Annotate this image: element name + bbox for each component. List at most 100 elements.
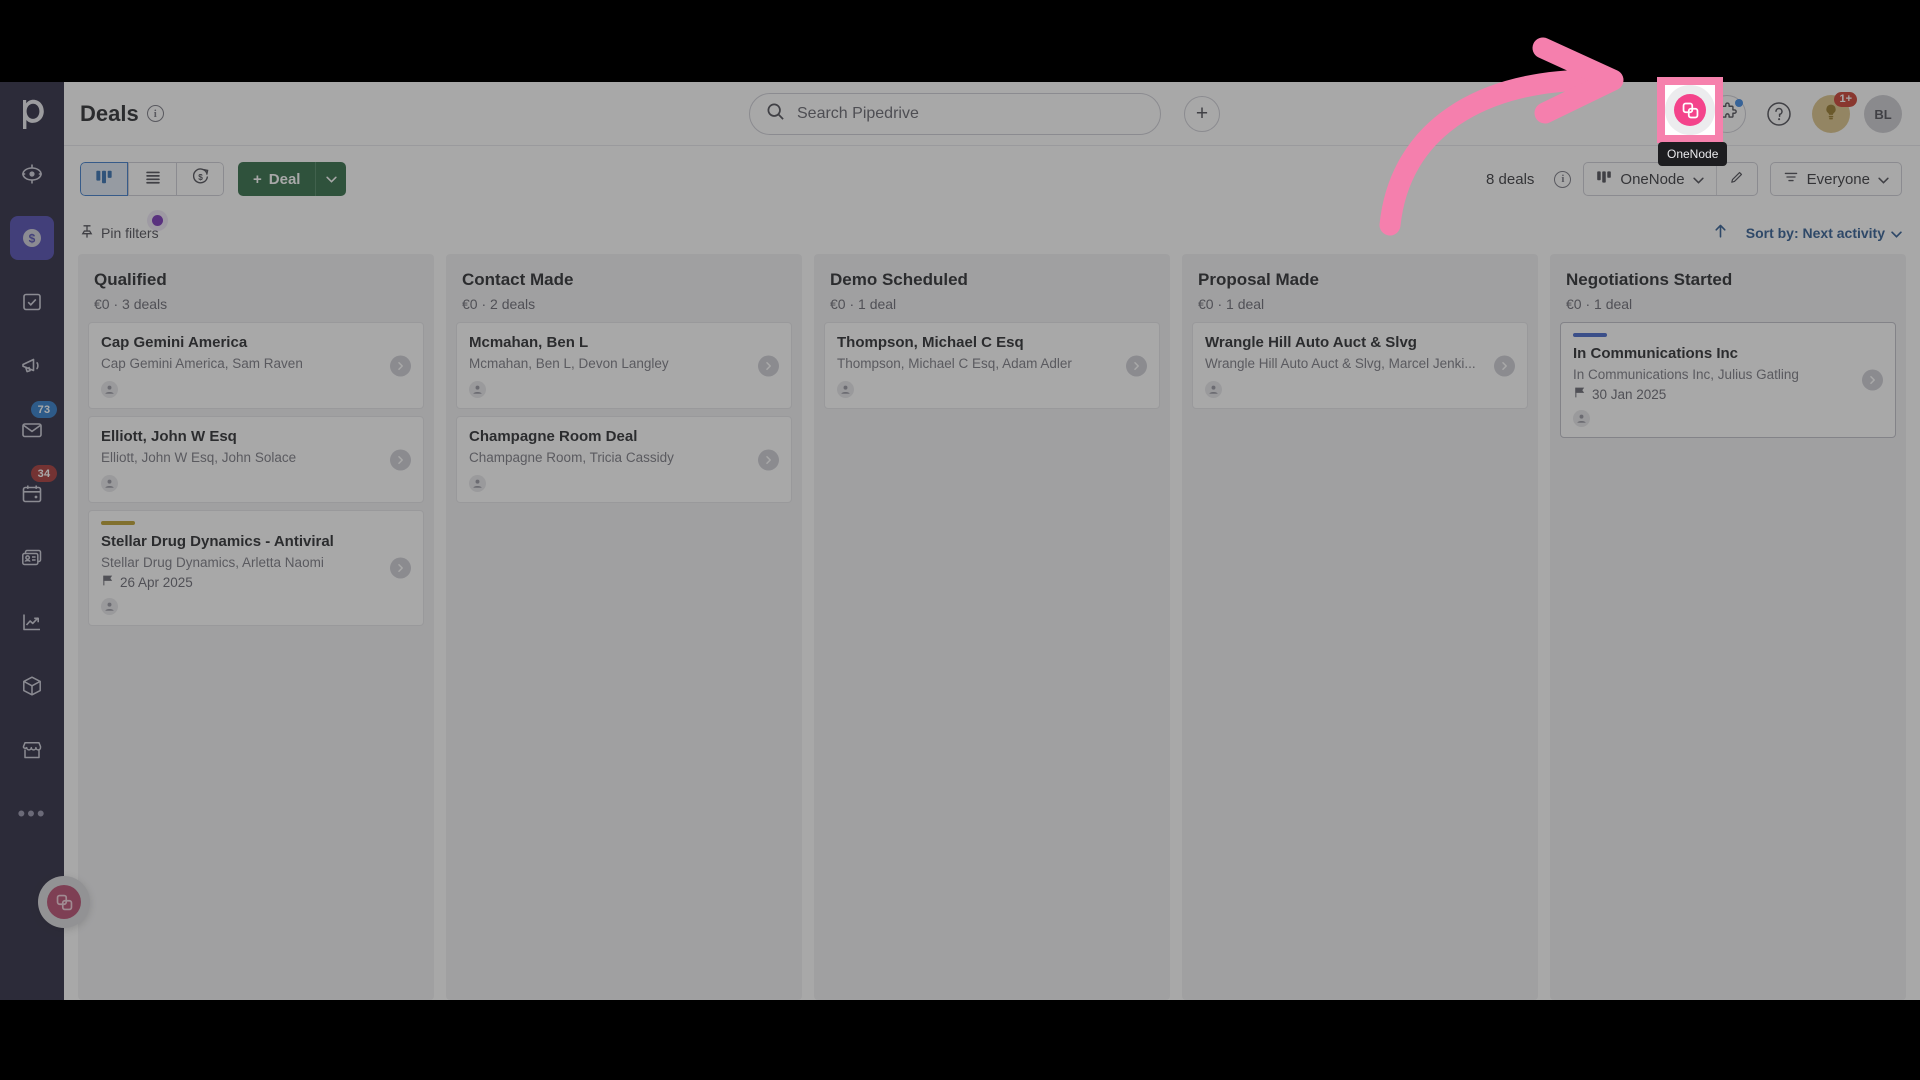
action-bar: $ + Deal 8 deals i OneNode Everyone: [64, 146, 1920, 212]
add-deal-dropdown[interactable]: [315, 162, 347, 196]
calendar-icon: [20, 482, 44, 506]
deals-count: 8 deals: [1486, 170, 1535, 188]
checkbox-icon: [20, 290, 44, 314]
kanban-column: Contact Made €0 · 2 deals Mcmahan, Ben L Mc…: [446, 254, 802, 1000]
kanban-icon: [1596, 169, 1612, 189]
column-title: Proposal Made: [1198, 270, 1319, 289]
open-deal-button[interactable]: [758, 449, 779, 470]
whats-new-button[interactable]: 1+: [1812, 92, 1857, 133]
apps-marketplace-button[interactable]: [1708, 95, 1746, 133]
sort-controls: Sort by: Next activity: [1706, 212, 1902, 254]
deal-subtitle: Mcmahan, Ben L, Devon Langley: [469, 356, 669, 371]
column-title: Demo Scheduled: [830, 270, 968, 289]
pipeline-selector-main[interactable]: OneNode: [1584, 163, 1715, 195]
deal-subtitle: Wrangle Hill Auto Auct & Slvg, Marcel Je…: [1205, 356, 1476, 371]
owner-filter[interactable]: Everyone: [1769, 162, 1902, 196]
person-icon: [469, 381, 486, 398]
column-summary: €0 · 1 deal: [830, 296, 897, 312]
sidebar-item-insights[interactable]: [10, 600, 54, 644]
sidebar-item-activities[interactable]: [10, 280, 54, 324]
sidebar-item-marketplace[interactable]: [10, 728, 54, 772]
pipeline-view-button[interactable]: [80, 162, 128, 196]
deal-subtitle: Stellar Drug Dynamics, Arletta Naomi: [101, 555, 324, 570]
deal-card[interactable]: In Communications Inc In Communications I…: [1560, 322, 1896, 438]
sidebar-item-products[interactable]: [10, 664, 54, 708]
user-avatar[interactable]: BL: [1864, 95, 1902, 133]
forecast-view-button[interactable]: $: [176, 162, 224, 196]
sidebar-nav: $ 73 34 •••: [0, 82, 64, 1000]
storefront-icon: [20, 738, 44, 762]
envelope-icon: [20, 418, 44, 442]
app-content: Deals i +: [64, 82, 1920, 1000]
whats-new-badge: 1+: [1834, 92, 1857, 107]
deal-card[interactable]: Thompson, Michael C Esq Thompson, Michael…: [824, 322, 1160, 409]
pipedrive-logo-icon[interactable]: [10, 92, 54, 136]
deal-card[interactable]: Stellar Drug Dynamics - Antiviral Stellar…: [88, 510, 424, 626]
column-header: Contact Made €0 · 2 deals: [446, 254, 802, 322]
deal-subtitle: Elliott, John W Esq, John Solace: [101, 450, 297, 465]
chevron-down-icon: [326, 170, 337, 188]
person-icon: [469, 475, 486, 492]
chevron-down-icon: [1891, 225, 1902, 241]
calendar-badge: 34: [31, 465, 57, 482]
onenode-app-button[interactable]: [1656, 95, 1694, 133]
sidebar-item-more[interactable]: •••: [10, 792, 54, 836]
list-view-button[interactable]: [128, 162, 176, 196]
sort-by-button[interactable]: Sort by: Next activity: [1746, 225, 1902, 241]
column-cards: Mcmahan, Ben L Mcmahan, Ben L, Devon Lang…: [446, 322, 802, 513]
deal-title: Elliott, John W Esq: [101, 428, 237, 445]
flag-icon: [1573, 386, 1586, 402]
svg-text:$: $: [29, 232, 36, 246]
sidebar-item-contacts[interactable]: [10, 536, 54, 580]
open-deal-button[interactable]: [1494, 355, 1515, 376]
open-deal-button[interactable]: [390, 449, 411, 470]
add-deal-button[interactable]: + Deal: [238, 162, 316, 196]
deal-label-bar: [101, 521, 135, 525]
column-cards: Thompson, Michael C Esq Thompson, Michael…: [814, 322, 1170, 419]
filter-active-indicator: [152, 215, 163, 226]
pin-icon: [80, 224, 94, 242]
column-summary: €0 · 3 deals: [94, 296, 168, 312]
deal-card[interactable]: Mcmahan, Ben L Mcmahan, Ben L, Devon Lang…: [456, 322, 792, 409]
open-deal-button[interactable]: [1862, 369, 1883, 391]
sidebar-item-campaigns[interactable]: [10, 344, 54, 388]
search-input[interactable]: [797, 105, 1144, 123]
sidebar-item-leads[interactable]: [10, 152, 54, 196]
pin-filters-button[interactable]: Pin filters: [80, 215, 163, 242]
sidebar-item-mail[interactable]: 73: [10, 401, 57, 452]
box-icon: [20, 674, 44, 698]
global-search[interactable]: [749, 93, 1161, 135]
column-title: Qualified: [94, 270, 167, 289]
sidebar-item-calendar[interactable]: 34: [10, 465, 57, 516]
plus-icon: +: [253, 170, 262, 188]
edit-pipeline-button[interactable]: [1717, 163, 1757, 195]
deal-card[interactable]: Champagne Room Deal Champagne Room, Trici…: [456, 416, 792, 503]
deal-card[interactable]: Cap Gemini America Cap Gemini America, Sa…: [88, 322, 424, 409]
help-button[interactable]: [1760, 95, 1798, 133]
column-summary: €0 · 1 deal: [1198, 296, 1265, 312]
info-icon[interactable]: i: [146, 105, 164, 122]
forecast-icon: $: [191, 167, 210, 191]
person-icon: [101, 475, 118, 492]
sort-direction-button[interactable]: [1706, 219, 1736, 247]
search-icon: [766, 102, 785, 126]
onenode-floating-button[interactable]: [38, 876, 90, 928]
deal-subtitle: Thompson, Michael C Esq, Adam Adler: [837, 356, 1072, 371]
open-deal-button[interactable]: [758, 355, 779, 376]
open-deal-button[interactable]: [390, 557, 411, 579]
open-deal-button[interactable]: [390, 355, 411, 376]
quick-add-button[interactable]: +: [1184, 96, 1220, 132]
deal-title: Cap Gemini America: [101, 334, 248, 351]
deal-card[interactable]: Elliott, John W Esq Elliott, John W Esq, …: [88, 416, 424, 503]
deal-card[interactable]: Wrangle Hill Auto Auct & Slvg Wrangle Hil…: [1192, 322, 1528, 409]
deal-title: Stellar Drug Dynamics - Antiviral: [101, 533, 334, 550]
pin-filters-label: Pin filters: [101, 225, 159, 241]
column-cards: Cap Gemini America Cap Gemini America, Sa…: [78, 322, 434, 636]
deals-count-info-icon[interactable]: i: [1554, 170, 1572, 188]
top-bar: Deals i +: [64, 82, 1920, 146]
apps-update-dot: [1735, 99, 1743, 107]
sidebar-item-deals[interactable]: $: [10, 216, 54, 260]
deal-date-label: 26 Apr 2025: [120, 574, 193, 590]
target-icon: [20, 162, 44, 186]
open-deal-button[interactable]: [1126, 355, 1147, 376]
